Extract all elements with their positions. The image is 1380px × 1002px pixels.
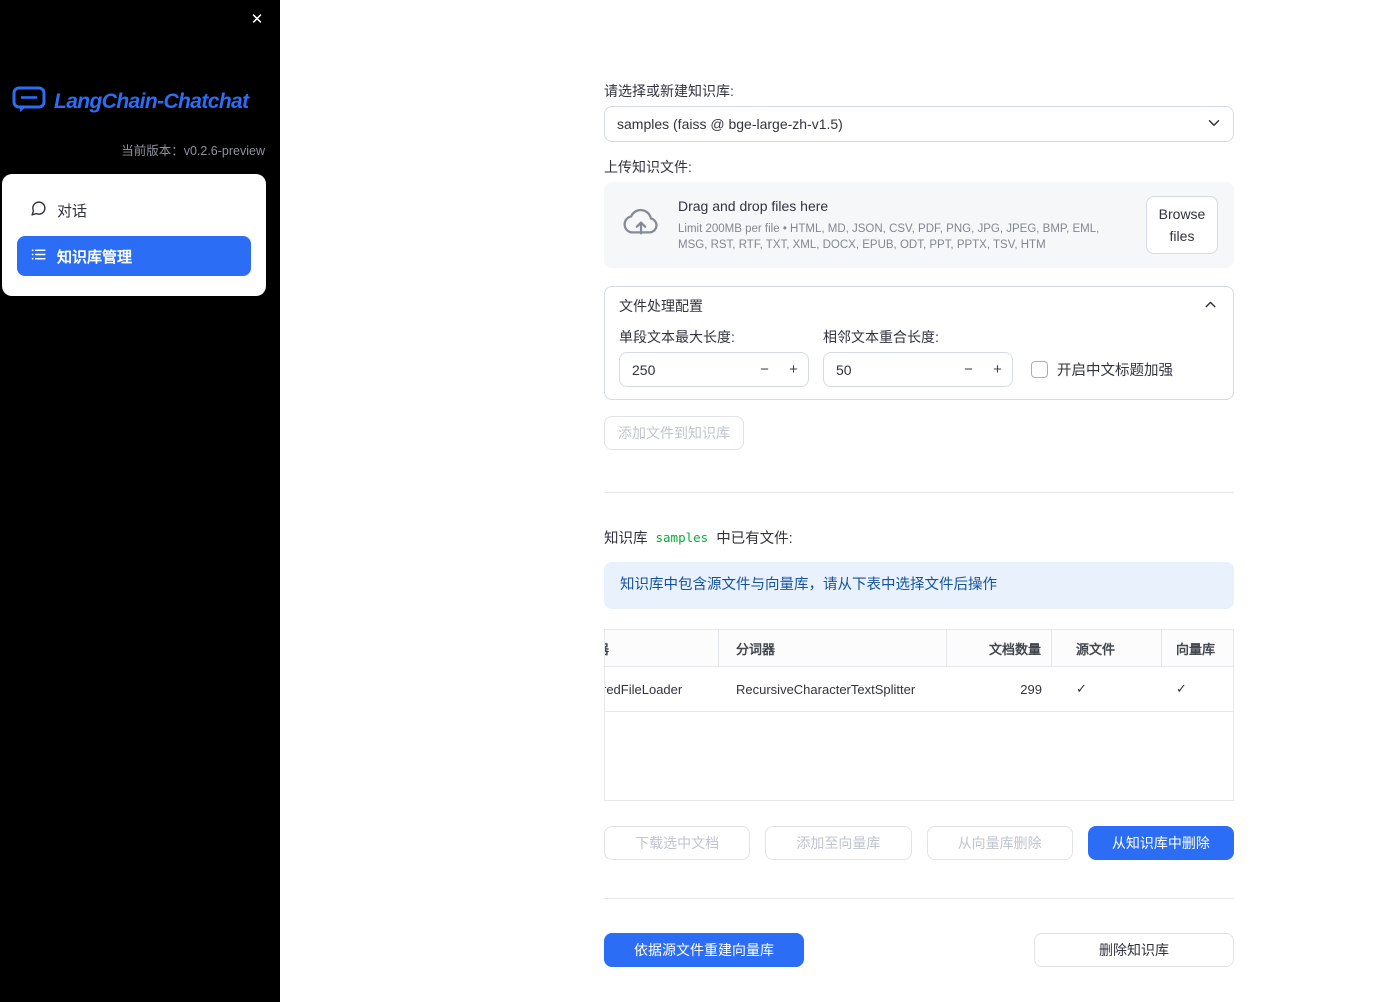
existing-files-line: 知识库 samples 中已有文件:: [604, 527, 1234, 547]
download-selected-button[interactable]: 下载选中文档: [604, 826, 751, 860]
chunk-size-group: 单段文本最大长度: − +: [619, 329, 809, 387]
cell-loader: redFileLoader: [605, 681, 683, 697]
file-dropzone[interactable]: Drag and drop files here Limit 200MB per…: [604, 182, 1234, 268]
files-line-suffix: 中已有文件:: [716, 530, 793, 547]
rebuild-vector-store-button[interactable]: 依据源文件重建向量库: [604, 933, 804, 967]
overlap-group: 相邻文本重合长度: − +: [823, 329, 1013, 387]
cell-source-check: ✓: [1076, 681, 1087, 696]
chunk-size-stepper: − +: [619, 352, 809, 387]
dropzone-title: Drag and drop files here: [678, 197, 829, 214]
files-table[interactable]: 器 分词器 文档数量 源文件 向量库 redFileLoader Recursi…: [604, 629, 1234, 801]
cell-vector-check: ✓: [1176, 681, 1187, 696]
overlap-label: 相邻文本重合长度:: [823, 329, 939, 345]
table-row[interactable]: redFileLoader RecursiveCharacterTextSpli…: [605, 667, 1233, 712]
sidebar: ✕ LangChain-Chatchat 当前版本：v0.2.6-preview…: [0, 0, 280, 1002]
chunk-size-minus-button[interactable]: −: [750, 353, 779, 386]
kb-selectbox-value: samples (faiss @ bge-large-zh-v1.5): [617, 116, 843, 132]
cell-splitter: RecursiveCharacterTextSplitter: [736, 681, 916, 697]
chat-logo-icon: [12, 86, 46, 118]
chevron-up-icon: [1202, 296, 1219, 316]
overlap-plus-button[interactable]: +: [983, 353, 1012, 386]
expander-title: 文件处理配置: [619, 297, 703, 314]
kb-name-code: samples: [655, 529, 709, 545]
expander-header[interactable]: 文件处理配置: [605, 287, 1233, 324]
kb-select-label: 请选择或新建知识库:: [604, 83, 734, 99]
sidebar-close-button[interactable]: ✕: [246, 8, 268, 30]
chunk-size-input[interactable]: [620, 353, 750, 386]
zh-title-checkbox-label: 开启中文标题加强: [1057, 363, 1173, 379]
zh-title-checkbox[interactable]: [1031, 361, 1048, 378]
file-action-buttons: 下载选中文档 添加至向量库 从向量库删除 从知识库中删除: [604, 826, 1234, 860]
delete-from-kb-button[interactable]: 从知识库中删除: [1087, 826, 1234, 860]
dropzone-texts: Drag and drop files here Limit 200MB per…: [678, 198, 1130, 253]
chunk-size-label: 单段文本最大长度:: [619, 329, 735, 345]
expander-body: 单段文本最大长度: − + 相邻文本重合长度: − +: [605, 324, 1233, 387]
overlap-input[interactable]: [824, 353, 954, 386]
close-icon: ✕: [250, 11, 264, 28]
app-logo: LangChain-Chatchat: [0, 0, 280, 118]
file-config-expander: 文件处理配置 单段文本最大长度: − + 相邻文本重合: [604, 286, 1234, 400]
list-icon: [30, 246, 47, 267]
table-header-row: 器 分词器 文档数量 源文件 向量库: [605, 630, 1233, 667]
add-files-to-kb-button[interactable]: 添加文件到知识库: [604, 416, 744, 450]
sidebar-item-dialogue[interactable]: 对话: [17, 190, 251, 230]
content-column: 请选择或新建知识库: samples (faiss @ bge-large-zh…: [604, 0, 1234, 967]
chunk-size-plus-button[interactable]: +: [779, 353, 808, 386]
version-label: 当前版本：v0.2.6-preview: [121, 144, 265, 158]
kb-selectbox[interactable]: samples (faiss @ bge-large-zh-v1.5): [604, 106, 1234, 142]
delete-from-vector-store-button[interactable]: 从向量库删除: [926, 826, 1073, 860]
column-header-source-file[interactable]: 源文件: [1052, 630, 1162, 666]
sidebar-item-knowledge-base[interactable]: 知识库管理: [17, 236, 251, 276]
delete-kb-button[interactable]: 删除知识库: [1034, 933, 1234, 967]
main-area: 请选择或新建知识库: samples (faiss @ bge-large-zh…: [280, 0, 1380, 1002]
overlap-minus-button[interactable]: −: [954, 353, 983, 386]
files-line-prefix: 知识库: [604, 530, 648, 547]
column-header-vector-store[interactable]: 向量库: [1162, 630, 1233, 666]
column-header-splitter[interactable]: 分词器: [719, 630, 947, 666]
cloud-upload-icon: [620, 208, 662, 243]
divider: [604, 898, 1234, 899]
chevron-down-icon: [1205, 114, 1223, 135]
zh-title-check-group: 开启中文标题加强: [1031, 359, 1173, 380]
browse-files-button[interactable]: Browse files: [1146, 196, 1218, 254]
sidebar-item-label: 知识库管理: [57, 248, 133, 266]
divider: [604, 492, 1234, 493]
sidebar-item-label: 对话: [57, 202, 88, 220]
cell-doc-count: 299: [1020, 681, 1042, 697]
app-title: LangChain-Chatchat: [54, 90, 249, 113]
add-to-vector-store-button[interactable]: 添加至向量库: [765, 826, 912, 860]
upload-label: 上传知识文件:: [604, 159, 692, 175]
dropzone-limit: Limit 200MB per file • HTML, MD, JSON, C…: [678, 222, 1100, 251]
chat-bubble-icon: [30, 200, 47, 221]
sidebar-menu: 对话 知识库管理: [2, 174, 266, 296]
info-alert: 知识库中包含源文件与向量库，请从下表中选择文件后操作: [604, 562, 1234, 609]
kb-action-buttons: 依据源文件重建向量库 删除知识库: [604, 933, 1234, 967]
column-header-loader[interactable]: 器: [605, 630, 719, 666]
column-header-doc-count[interactable]: 文档数量: [947, 630, 1052, 666]
overlap-stepper: − +: [823, 352, 1013, 387]
